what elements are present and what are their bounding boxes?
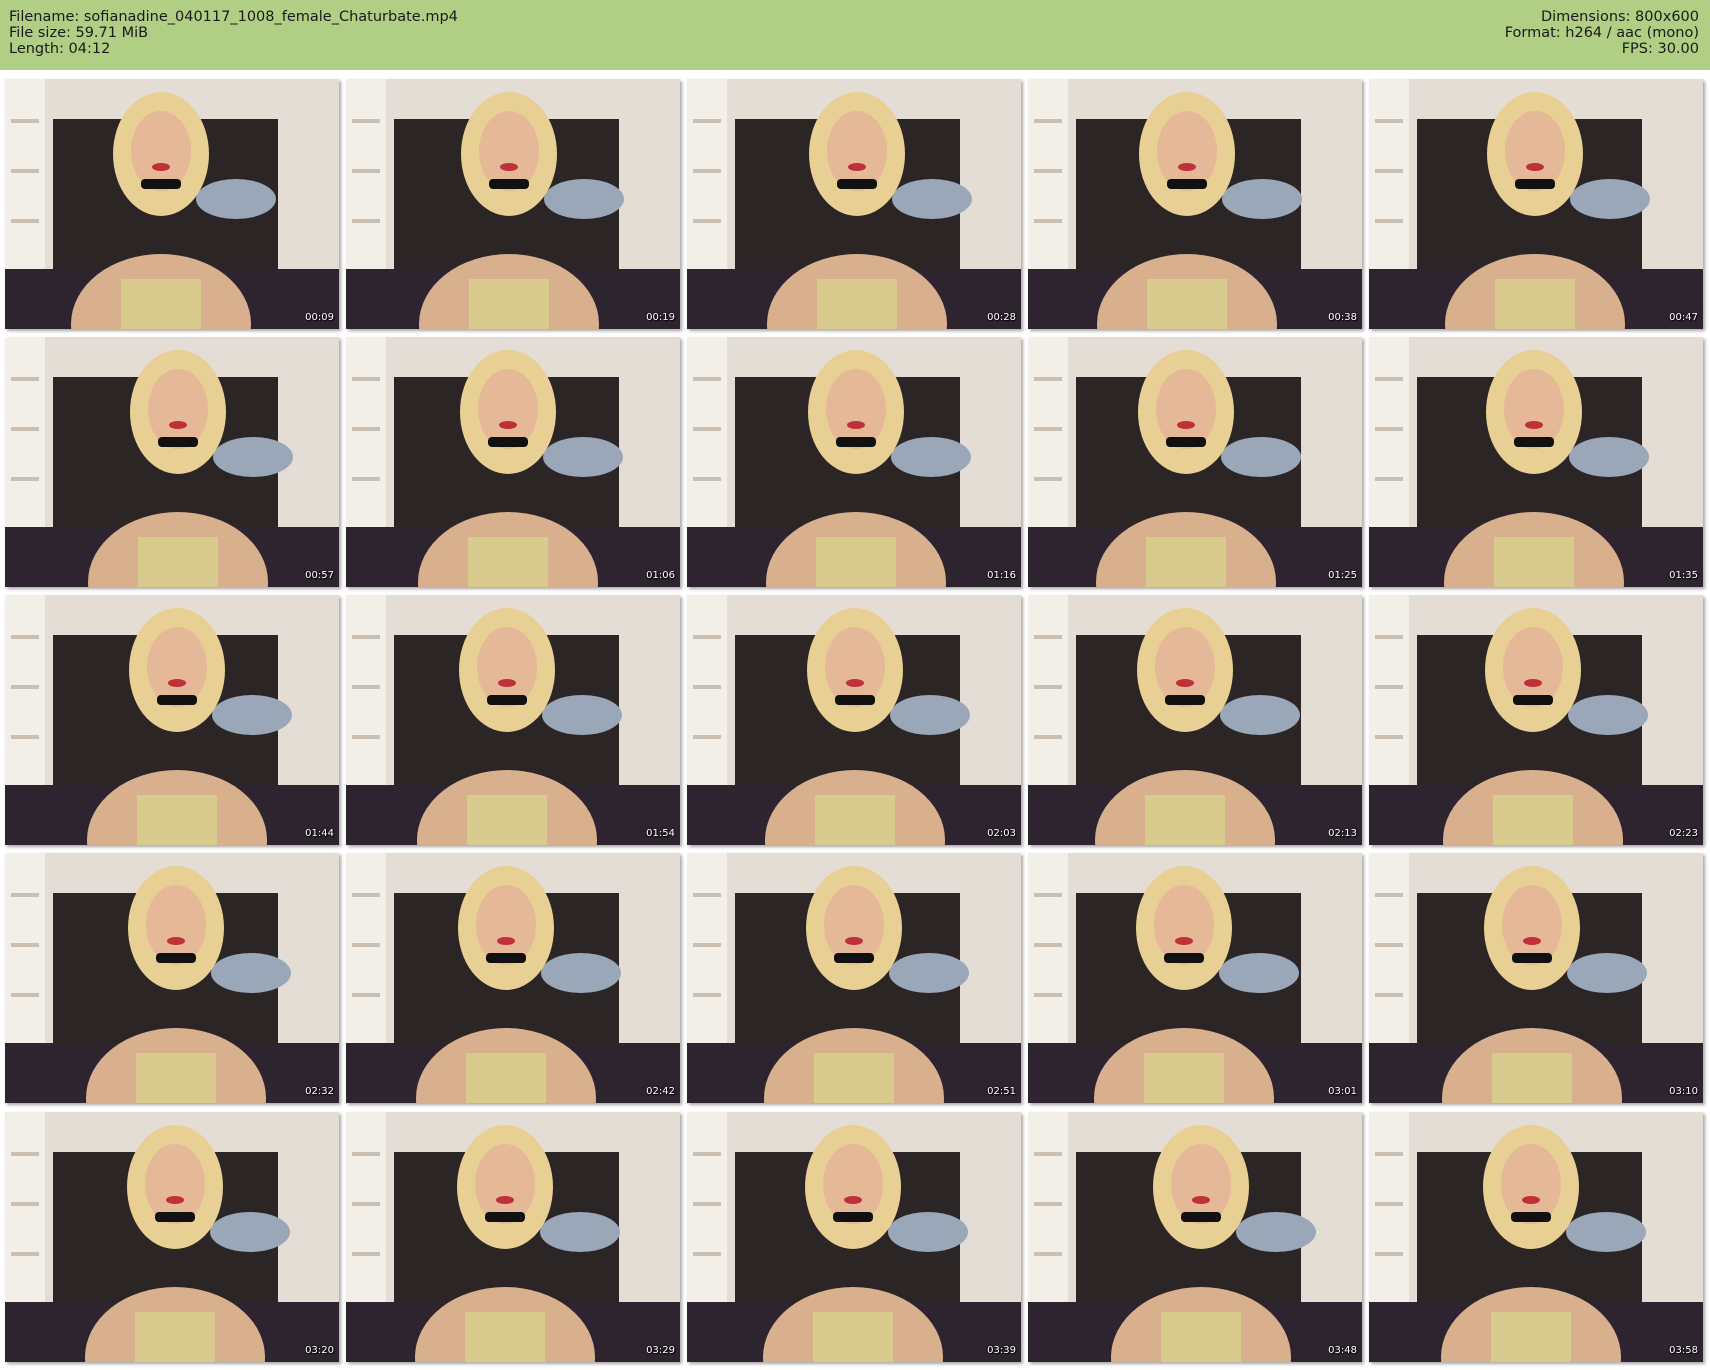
thumbnail-timestamp: 01:44 xyxy=(305,828,334,839)
thumbnail-frame-image xyxy=(1369,853,1703,1103)
info-header: Filename: sofianadine_040117_1008_female… xyxy=(0,0,1710,70)
thumbnail-timestamp: 01:54 xyxy=(646,828,675,839)
thumbnail-frame-image xyxy=(687,79,1021,329)
video-thumbnail: 03:39 xyxy=(687,1112,1021,1362)
media-info: Dimensions: 800x600 Format: h264 / aac (… xyxy=(1505,9,1699,57)
thumbnail-frame-image xyxy=(1028,79,1362,329)
thumbnail-timestamp: 02:23 xyxy=(1669,828,1698,839)
thumbnail-timestamp: 02:51 xyxy=(987,1086,1016,1097)
thumbnail-frame-image xyxy=(5,1112,339,1362)
thumbnail-timestamp: 03:39 xyxy=(987,1345,1016,1356)
thumbnail-timestamp: 02:32 xyxy=(305,1086,334,1097)
thumbnail-frame-image xyxy=(1369,1112,1703,1362)
thumbnail-frame-image xyxy=(346,79,680,329)
video-thumbnail: 02:03 xyxy=(687,595,1021,845)
thumbnail-frame-image xyxy=(5,337,339,587)
thumbnail-timestamp: 01:35 xyxy=(1669,570,1698,581)
thumbnail-frame-image xyxy=(5,853,339,1103)
thumbnail-frame-image xyxy=(687,853,1021,1103)
format-text: Format: h264 / aac (mono) xyxy=(1504,25,1699,41)
thumbnail-timestamp: 03:20 xyxy=(305,1345,334,1356)
thumbnail-frame-image xyxy=(1369,595,1703,845)
thumbnail-timestamp: 03:10 xyxy=(1669,1086,1698,1097)
video-thumbnail: 02:42 xyxy=(346,853,680,1103)
file-info: Filename: sofianadine_040117_1008_female… xyxy=(9,9,458,57)
video-thumbnail: 01:54 xyxy=(346,595,680,845)
thumbnail-frame-image xyxy=(1028,337,1362,587)
dimensions-text: Dimensions: 800x600 xyxy=(1540,9,1699,25)
filesize-text: File size: 59.71 MiB xyxy=(9,25,149,41)
video-thumbnail: 01:06 xyxy=(346,337,680,587)
video-thumbnail: 03:58 xyxy=(1369,1112,1703,1362)
thumbnail-frame-image xyxy=(1028,595,1362,845)
thumbnail-timestamp: 03:48 xyxy=(1328,1345,1357,1356)
thumbnail-frame-image xyxy=(5,79,339,329)
video-thumbnail: 00:28 xyxy=(687,79,1021,329)
thumbnail-timestamp: 01:25 xyxy=(1328,570,1357,581)
thumbnail-timestamp: 03:01 xyxy=(1328,1086,1357,1097)
thumbnail-frame-image xyxy=(687,337,1021,587)
video-thumbnail: 01:16 xyxy=(687,337,1021,587)
thumbnail-timestamp: 02:42 xyxy=(646,1086,675,1097)
thumbnail-timestamp: 03:58 xyxy=(1669,1345,1698,1356)
video-thumbnail: 00:19 xyxy=(346,79,680,329)
fps-text: FPS: 30.00 xyxy=(1621,41,1699,57)
thumbnail-grid: 00:09 00:19 00:28 00:38 00:47 00:57 01:0… xyxy=(5,79,1705,1365)
thumbnail-timestamp: 00:47 xyxy=(1669,312,1698,323)
video-thumbnail: 02:23 xyxy=(1369,595,1703,845)
video-thumbnail: 02:32 xyxy=(5,853,339,1103)
video-thumbnail: 00:57 xyxy=(5,337,339,587)
video-thumbnail: 03:20 xyxy=(5,1112,339,1362)
filename-text: Filename: sofianadine_040117_1008_female… xyxy=(9,9,458,25)
thumbnail-frame-image xyxy=(346,853,680,1103)
thumbnail-frame-image xyxy=(346,595,680,845)
video-thumbnail: 03:10 xyxy=(1369,853,1703,1103)
video-thumbnail: 03:48 xyxy=(1028,1112,1362,1362)
thumbnail-timestamp: 00:28 xyxy=(987,312,1016,323)
thumbnail-frame-image xyxy=(687,595,1021,845)
thumbnail-timestamp: 01:06 xyxy=(646,570,675,581)
thumbnail-frame-image xyxy=(1028,853,1362,1103)
video-thumbnail: 02:13 xyxy=(1028,595,1362,845)
thumbnail-timestamp: 02:13 xyxy=(1328,828,1357,839)
thumbnail-frame-image xyxy=(346,337,680,587)
thumbnail-timestamp: 00:38 xyxy=(1328,312,1357,323)
thumbnail-timestamp: 00:09 xyxy=(305,312,334,323)
video-thumbnail: 00:38 xyxy=(1028,79,1362,329)
video-thumbnail: 03:29 xyxy=(346,1112,680,1362)
thumbnail-timestamp: 00:57 xyxy=(305,570,334,581)
video-thumbnail: 01:25 xyxy=(1028,337,1362,587)
thumbnail-frame-image xyxy=(687,1112,1021,1362)
video-thumbnail: 03:01 xyxy=(1028,853,1362,1103)
thumbnail-frame-image xyxy=(1369,337,1703,587)
length-text: Length: 04:12 xyxy=(9,41,111,57)
thumbnail-frame-image xyxy=(5,595,339,845)
thumbnail-frame-image xyxy=(1028,1112,1362,1362)
thumbnail-frame-image xyxy=(1369,79,1703,329)
thumbnail-timestamp: 03:29 xyxy=(646,1345,675,1356)
video-thumbnail: 00:47 xyxy=(1369,79,1703,329)
thumbnail-timestamp: 01:16 xyxy=(987,570,1016,581)
thumbnail-frame-image xyxy=(346,1112,680,1362)
video-thumbnail: 01:44 xyxy=(5,595,339,845)
video-thumbnail: 01:35 xyxy=(1369,337,1703,587)
thumbnail-timestamp: 02:03 xyxy=(987,828,1016,839)
video-thumbnail: 00:09 xyxy=(5,79,339,329)
thumbnail-timestamp: 00:19 xyxy=(646,312,675,323)
video-thumbnail: 02:51 xyxy=(687,853,1021,1103)
